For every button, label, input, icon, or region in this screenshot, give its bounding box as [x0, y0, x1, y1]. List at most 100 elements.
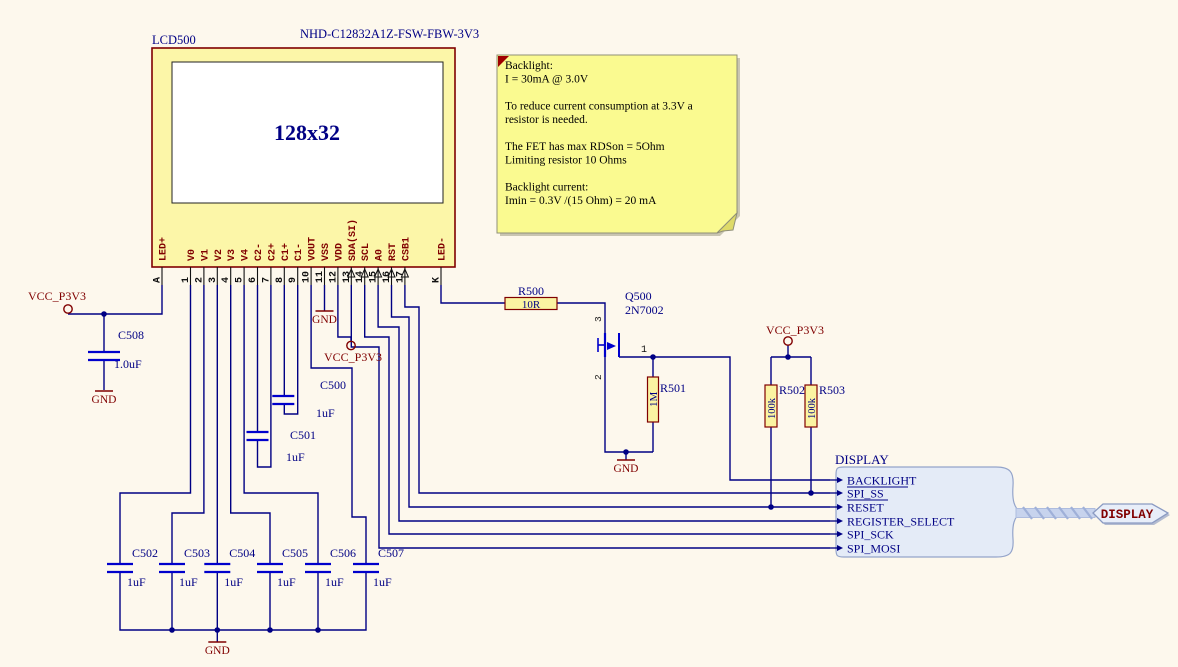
harness-signal-1[interactable]: SPI_SS	[847, 487, 884, 501]
pin-name-14: SCL	[361, 243, 372, 261]
junction-dot	[623, 449, 629, 455]
refdes-R501[interactable]: R501	[660, 381, 686, 395]
value-C508: 1.0uF	[114, 357, 142, 371]
junction-dot	[169, 627, 175, 633]
display-connector-label[interactable]: DISPLAY	[1101, 508, 1154, 522]
value-Q500: 2N7002	[625, 303, 664, 317]
pin-number-4: 4	[221, 277, 232, 283]
pin-name-13: SDA(SI)	[347, 219, 359, 261]
harness-title: DISPLAY	[835, 452, 889, 467]
pin-name-15: A0	[375, 249, 386, 261]
pin-number-8: 8	[275, 277, 286, 283]
refdes-R502[interactable]: R502	[779, 383, 805, 397]
pin-number-6: 6	[248, 277, 259, 283]
refdes-C506[interactable]: C506	[330, 546, 356, 560]
junction-dot	[808, 490, 814, 496]
refdes-C507[interactable]: C507	[378, 546, 404, 560]
lcd-part-number: NHD-C12832A1Z-FSW-FBW-3V3	[300, 27, 479, 41]
value-R500: 10R	[522, 299, 541, 311]
pin-number-5: 5	[235, 277, 246, 283]
value-C502: 1uF	[127, 575, 146, 589]
pin-number-9: 9	[288, 277, 299, 283]
refdes-C505[interactable]: C505	[282, 546, 308, 560]
pin-name-2: V1	[200, 249, 211, 261]
refdes-R500[interactable]: R500	[518, 284, 544, 298]
harness-signal-3[interactable]: REGISTER_SELECT	[847, 515, 955, 529]
harness-signal-2[interactable]: RESET	[847, 501, 884, 515]
pin-name-6: C2-	[254, 243, 265, 261]
junction-dot	[101, 311, 107, 317]
refdes-C508[interactable]: C508	[118, 328, 144, 342]
value-C503: 1uF	[179, 575, 198, 589]
value-C504: 1uF	[224, 575, 243, 589]
pin-name-7: C2+	[267, 243, 278, 261]
pin-number-1: 1	[181, 277, 192, 283]
harness-signal-5[interactable]: SPI_MOSI	[847, 542, 900, 556]
pin-name-1: V0	[187, 249, 198, 261]
value-R503: 100k	[807, 397, 818, 419]
value-C500: 1uF	[316, 406, 335, 420]
note-line-3: To reduce current consumption at 3.3V a	[505, 101, 693, 113]
pin-name-A: LED+	[159, 237, 170, 261]
value-C505: 1uF	[277, 575, 296, 589]
pin-name-11: VSS	[321, 243, 332, 261]
value-R501: 1M	[648, 392, 660, 408]
vcc-vdd-label: VCC_P3V3	[324, 350, 382, 364]
note-line-9: Backlight current:	[505, 182, 588, 194]
q500-pin-drain: 3	[593, 316, 604, 322]
refdes-C501[interactable]: C501	[290, 428, 316, 442]
refdes-C502[interactable]: C502	[132, 546, 158, 560]
vcc-left-label: VCC_P3V3	[28, 289, 86, 303]
harness-signal-4[interactable]: SPI_SCK	[847, 528, 894, 542]
harness-signal-0[interactable]: BACKLIGHT	[847, 474, 917, 488]
note-line-6: The FET has max RDSon = 5Ohm	[505, 141, 665, 153]
pin-name-3: V2	[214, 249, 225, 261]
pin-name-9: C1-	[294, 243, 305, 261]
lcd-screen-text: 128x32	[274, 120, 340, 145]
pin-number-A: A	[153, 277, 164, 283]
value-C507: 1uF	[373, 575, 392, 589]
pin-name-16: RST	[388, 243, 399, 261]
value-C506: 1uF	[325, 575, 344, 589]
junction-dot	[315, 627, 321, 633]
refdes-LCD500[interactable]: LCD500	[152, 33, 196, 47]
note-line-10: Imin = 0.3V /(15 Ohm) = 20 mA	[505, 195, 657, 207]
pin-name-5: V4	[241, 249, 252, 261]
gnd-c508-label: GND	[92, 394, 117, 406]
pin-number-7: 7	[261, 277, 272, 283]
pin-number-10: 10	[302, 271, 313, 283]
schematic-canvas: DISPLAY DISPLAY BACKLIGHTSPI_SSRESETREGIST…	[0, 0, 1178, 667]
q500-pin-source: 2	[593, 374, 604, 380]
pin-number-3: 3	[208, 277, 219, 283]
refdes-C500[interactable]: C500	[320, 378, 346, 392]
junction-dot	[215, 627, 221, 633]
note-line-7: Limiting resistor 10 Ohms	[505, 155, 627, 167]
note-line-4: resistor is needed.	[505, 114, 588, 126]
pin-name-4: V3	[227, 249, 238, 261]
pin-number-2: 2	[194, 277, 205, 283]
pin-name-17: CSB1	[401, 237, 412, 261]
pin-number-K: K	[432, 277, 443, 283]
gnd-q500-label: GND	[614, 463, 639, 475]
value-C501: 1uF	[286, 450, 305, 464]
gnd-rail-label: GND	[205, 645, 230, 657]
value-R502: 100k	[767, 397, 778, 419]
refdes-R503[interactable]: R503	[819, 383, 845, 397]
pin-number-12: 12	[328, 271, 339, 283]
pin-number-11: 11	[315, 271, 326, 283]
pin-name-12: VDD	[334, 243, 345, 261]
q500-pin-gate: 1	[641, 345, 647, 356]
pin-name-K: LED-	[438, 237, 449, 261]
pin-name-10: VOUT	[308, 237, 319, 261]
refdes-C503[interactable]: C503	[184, 546, 210, 560]
refdes-Q500[interactable]: Q500	[625, 289, 652, 303]
junction-dot	[768, 504, 774, 510]
note-line-0: Backlight:	[505, 60, 553, 72]
gnd-vss-label: GND	[312, 314, 337, 326]
junction-dot	[267, 627, 273, 633]
junction-dot	[785, 354, 791, 360]
junction-dot	[650, 354, 656, 360]
refdes-C504[interactable]: C504	[229, 546, 255, 560]
note-line-1: I = 30mA @ 3.0V	[505, 74, 589, 86]
schematic-sheet: DISPLAY DISPLAY BACKLIGHTSPI_SSRESETREGIST…	[0, 0, 1178, 667]
